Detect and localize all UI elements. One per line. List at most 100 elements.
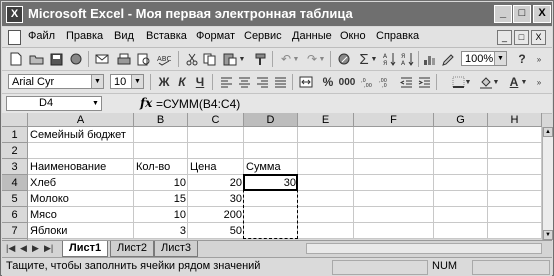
cell-d3[interactable]: Сумма — [244, 159, 283, 175]
email-icon[interactable] — [94, 51, 110, 67]
paste-icon[interactable] — [222, 51, 238, 67]
sort-descending-icon[interactable]: ЯA — [400, 51, 416, 67]
doc-minimize-button[interactable]: _ — [497, 30, 512, 45]
increase-indent-icon[interactable] — [416, 74, 432, 90]
chart-wizard-icon[interactable] — [422, 51, 438, 67]
row-header-2[interactable]: 2 — [2, 143, 28, 159]
cell-c4[interactable]: 20 — [188, 175, 244, 191]
spelling-icon[interactable]: ABC — [156, 51, 172, 67]
open-folder-icon[interactable] — [28, 51, 44, 67]
permission-icon[interactable] — [68, 51, 84, 67]
cell-c3[interactable]: Цена — [188, 159, 218, 175]
formula-input[interactable]: =СУММ(В4:С4) — [156, 97, 240, 111]
excel-app-icon[interactable]: X — [6, 6, 23, 23]
maximize-button[interactable]: □ — [513, 5, 531, 23]
row-header-7[interactable]: 7 — [2, 223, 28, 239]
cell-a3[interactable]: Наименование — [28, 159, 108, 175]
prev-sheet-icon[interactable]: ◀ — [20, 243, 27, 254]
cell-a5[interactable]: Молоко — [28, 191, 71, 207]
format-painter-icon[interactable] — [252, 51, 268, 67]
last-sheet-icon[interactable]: ▶| — [44, 243, 53, 254]
chevron-down-icon[interactable]: ▼ — [131, 75, 143, 88]
row-header-1[interactable]: 1 — [2, 127, 28, 143]
name-box[interactable]: D4 ▼ — [6, 96, 102, 111]
title-bar[interactable]: X Microsoft Excel - Моя первая электронн… — [2, 2, 552, 26]
menu-view[interactable]: Вид — [114, 30, 134, 42]
sheet-tab-3[interactable]: Лист3 — [154, 241, 199, 257]
menu-data[interactable]: Данные — [292, 30, 332, 42]
copy-icon[interactable] — [202, 51, 218, 67]
decrease-indent-icon[interactable] — [398, 74, 414, 90]
align-center-icon[interactable] — [236, 74, 252, 90]
cell-a6[interactable]: Мясо — [28, 207, 59, 223]
menu-tools[interactable]: Сервис — [244, 30, 282, 42]
cell-c5[interactable]: 30 — [188, 191, 244, 207]
save-icon[interactable] — [48, 51, 64, 67]
menu-insert[interactable]: Вставка — [146, 30, 187, 42]
column-header-h[interactable]: H — [488, 113, 542, 127]
cell-a4[interactable]: Хлеб — [28, 175, 58, 191]
font-name-combo[interactable]: Arial Cyr ▼ — [8, 74, 104, 89]
select-all-corner[interactable] — [2, 113, 28, 127]
paste-dropdown-icon[interactable]: ▼ — [238, 51, 246, 67]
menu-help[interactable]: Справка — [376, 30, 419, 42]
cell-a7[interactable]: Яблоки — [28, 223, 69, 239]
sheet-tab-2[interactable]: Лист2 — [110, 241, 155, 257]
cell-b7[interactable]: 3 — [134, 223, 188, 239]
justify-icon[interactable] — [272, 74, 288, 90]
column-header-g[interactable]: G — [434, 113, 488, 127]
vertical-scrollbar[interactable]: ▲ ▼ — [542, 127, 553, 240]
cell-b5[interactable]: 15 — [134, 191, 188, 207]
fill-color-dropdown-icon[interactable]: ▼ — [492, 74, 500, 90]
row-header-6[interactable]: 6 — [2, 207, 28, 223]
borders-dropdown-icon[interactable]: ▼ — [464, 74, 472, 90]
cell-area[interactable]: Семейный бюджет Наименование Кол-во Цена Сум… — [28, 127, 542, 255]
doc-close-button[interactable]: X — [531, 30, 546, 45]
undo-dropdown-icon[interactable]: ▼ — [292, 51, 300, 67]
column-header-a[interactable]: A — [28, 113, 134, 127]
workbook-icon[interactable] — [8, 30, 21, 45]
cell-b4[interactable]: 10 — [134, 175, 188, 191]
toolbar-options-icon[interactable]: » — [534, 74, 544, 90]
print-preview-icon[interactable] — [136, 51, 152, 67]
first-sheet-icon[interactable]: |◀ — [6, 243, 15, 254]
column-header-d[interactable]: D — [244, 113, 298, 127]
align-left-icon[interactable] — [218, 74, 234, 90]
row-header-4[interactable]: 4 — [2, 175, 28, 191]
autosum-dropdown-icon[interactable]: ▼ — [370, 51, 378, 67]
sheet-tab-1[interactable]: Лист1 — [62, 241, 109, 257]
increase-decimal-icon[interactable]: ,0,00 — [360, 74, 376, 90]
comma-style-button[interactable]: 000 — [336, 74, 358, 90]
insert-function-icon[interactable]: fx — [140, 96, 152, 110]
horizontal-scrollbar[interactable] — [306, 243, 542, 254]
active-cell-border[interactable] — [243, 174, 298, 191]
cell-b6[interactable]: 10 — [134, 207, 188, 223]
chevron-down-icon[interactable]: ▼ — [90, 97, 101, 110]
percent-style-button[interactable]: % — [320, 74, 336, 90]
font-size-combo[interactable]: 10 ▼ — [110, 74, 144, 89]
print-icon[interactable] — [116, 51, 132, 67]
scroll-down-icon[interactable]: ▼ — [543, 230, 553, 240]
decrease-decimal-icon[interactable]: ,00,0 — [378, 74, 394, 90]
menu-file[interactable]: Файл — [28, 30, 55, 42]
merge-center-icon[interactable] — [298, 74, 314, 90]
menu-format[interactable]: Формат — [196, 30, 235, 42]
sort-ascending-icon[interactable]: AЯ — [382, 51, 398, 67]
chevron-down-icon[interactable]: ▼ — [494, 52, 506, 65]
close-button[interactable]: X — [533, 5, 551, 23]
toolbar-options-icon[interactable]: » — [534, 51, 544, 67]
zoom-combo[interactable]: 100% ▼ — [461, 51, 507, 66]
column-header-f[interactable]: F — [354, 113, 434, 127]
minimize-button[interactable]: _ — [494, 5, 512, 23]
cell-c6[interactable]: 200 — [188, 207, 244, 223]
column-header-e[interactable]: E — [298, 113, 354, 127]
scroll-up-icon[interactable]: ▲ — [543, 127, 553, 137]
cell-a1[interactable]: Семейный бюджет — [28, 127, 128, 143]
drawing-icon[interactable] — [440, 51, 456, 67]
italic-button[interactable]: К — [174, 74, 190, 90]
chevron-down-icon[interactable]: ▼ — [91, 75, 103, 88]
align-right-icon[interactable] — [254, 74, 270, 90]
next-sheet-icon[interactable]: ▶ — [32, 243, 39, 254]
font-color-dropdown-icon[interactable]: ▼ — [520, 74, 528, 90]
redo-dropdown-icon[interactable]: ▼ — [318, 51, 326, 67]
